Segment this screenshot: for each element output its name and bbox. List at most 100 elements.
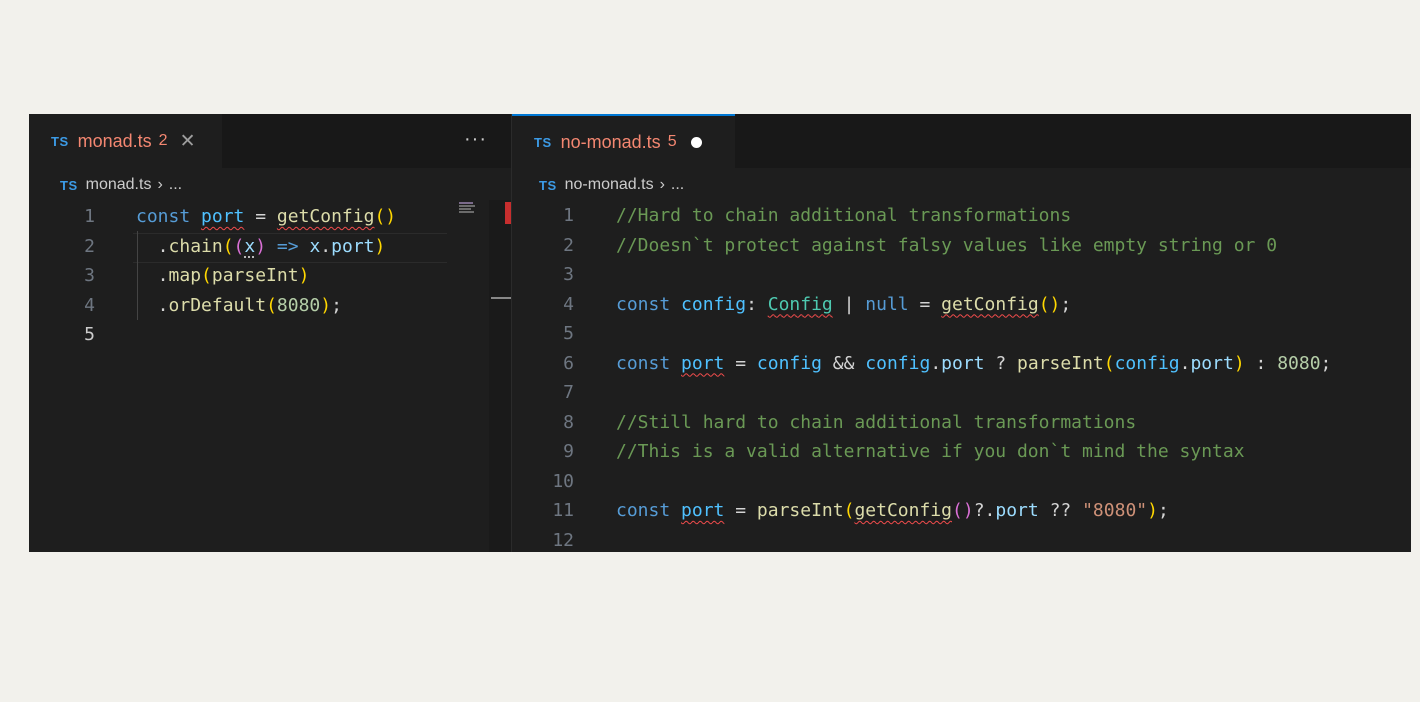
code-token: =	[724, 500, 757, 521]
code-token: =	[908, 293, 942, 315]
line-number: 12	[552, 529, 574, 551]
code-token: |	[832, 293, 866, 315]
tab-label: no-monad.ts	[560, 131, 661, 152]
code-token: &&	[821, 352, 866, 374]
code-line[interactable]: 3 .map(parseInt)	[29, 261, 511, 291]
code-token: parseInt	[1017, 352, 1104, 374]
code-token: Config	[767, 293, 833, 315]
code-token: .	[136, 265, 169, 286]
code-token: )	[255, 235, 267, 257]
breadcrumb-file[interactable]: monad.ts	[86, 176, 152, 194]
code-token: getConfig	[854, 500, 952, 521]
typescript-file-icon: TS	[51, 133, 69, 149]
code-line[interactable]: 11 const port = parseInt(getConfig()?.por…	[512, 496, 1411, 526]
line-number: 8	[563, 411, 574, 433]
code-line[interactable]: 7	[512, 378, 1411, 408]
code-token: port	[681, 352, 725, 374]
code-line[interactable]: 5	[29, 320, 511, 350]
code-token: x	[309, 235, 321, 257]
code-area[interactable]: 1 //Hard to chain additional transformati…	[512, 201, 1411, 552]
close-icon[interactable]: ✕	[180, 132, 196, 151]
code-token: (	[1103, 352, 1115, 374]
code-line[interactable]: 4 .orDefault(8080);	[29, 291, 511, 321]
code-token: port	[331, 235, 375, 257]
code-token: =	[244, 206, 277, 227]
problem-count-badge: 5	[667, 133, 677, 150]
line-number: 11	[552, 500, 574, 521]
code-token: )	[320, 294, 332, 316]
code-token: =>	[276, 235, 299, 257]
tab-no-monad-ts[interactable]: TS no-monad.ts 5	[512, 114, 735, 168]
code-token: const	[136, 206, 191, 227]
code-line[interactable]: 1 //Hard to chain additional transformati…	[512, 201, 1411, 231]
unsaved-dot-icon[interactable]	[690, 136, 702, 148]
code-line[interactable]: 3	[512, 260, 1411, 290]
line-number: 3	[563, 264, 574, 285]
more-actions-icon[interactable]: ···	[464, 128, 487, 151]
line-number: 9	[563, 441, 574, 462]
minimap[interactable]	[447, 200, 489, 552]
minimap-line	[459, 205, 475, 207]
code-token: :	[1244, 352, 1278, 374]
typescript-file-icon: TS	[539, 177, 557, 193]
code-token: chain	[168, 235, 223, 257]
code-token: )	[374, 235, 386, 257]
code-line[interactable]: 2 //Doesn`t protect against falsy values …	[512, 231, 1411, 261]
code-token: port	[681, 500, 725, 521]
code-token: config	[865, 352, 931, 374]
code-token: ??	[1038, 500, 1083, 521]
code-token: ()	[1038, 293, 1061, 315]
editor-pane-left: TS monad.ts 2 ✕ ··· TS monad.ts › ... 1 c…	[29, 114, 511, 552]
code-line[interactable]: 9 //This is a valid alternative if you do…	[512, 437, 1411, 467]
code-token: const	[616, 352, 671, 374]
code-token: const	[616, 500, 671, 521]
code-text: //Still hard to chain additional transfo…	[616, 408, 1136, 438]
code-area[interactable]: 1 const port = getConfig() 2 .chain((x) =>…	[29, 202, 511, 350]
code-token: "8080"	[1082, 500, 1148, 521]
code-text: //Hard to chain additional transformatio…	[616, 201, 1071, 231]
code-token: //This is a valid alternative if you don…	[616, 441, 1245, 462]
line-number: 3	[84, 265, 95, 286]
code-token: port	[1190, 352, 1234, 374]
code-line[interactable]: 10	[512, 467, 1411, 497]
breadcrumb: TS monad.ts › ...	[29, 170, 511, 200]
code-text: const port = getConfig()	[136, 202, 396, 232]
code-text: const port = parseInt(getConfig()?.port …	[616, 496, 1169, 526]
code-line[interactable]: 2 .chain((x) => x.port)	[29, 232, 511, 262]
chevron-right-icon: ›	[157, 176, 163, 193]
code-token: )	[1147, 500, 1158, 521]
minimap-line	[459, 202, 473, 204]
code-token: ?	[984, 352, 1018, 374]
code-token: 8080	[1277, 352, 1321, 374]
code-line[interactable]: 12	[512, 526, 1411, 553]
breadcrumb-symbol[interactable]: ...	[671, 176, 684, 194]
breadcrumb: TS no-monad.ts › ...	[512, 170, 1411, 200]
code-token: (	[233, 235, 245, 257]
code-line[interactable]: 1 const port = getConfig()	[29, 202, 511, 232]
tab-monad-ts[interactable]: TS monad.ts 2 ✕	[29, 114, 222, 168]
vertical-scrollbar[interactable]	[489, 200, 511, 552]
code-line[interactable]: 4 const config: Config | null = getConfig…	[512, 290, 1411, 320]
editor-pane-right: TS no-monad.ts 5 TS no-monad.ts › ... 1 /…	[512, 114, 1411, 552]
code-line[interactable]: 8 //Still hard to chain additional transf…	[512, 408, 1411, 438]
code-line[interactable]: 6 const port = config && config.port ? pa…	[512, 349, 1411, 379]
code-text: .map(parseInt)	[136, 261, 310, 291]
code-token: orDefault	[168, 294, 267, 316]
code-token: //Hard to chain additional transformatio…	[616, 205, 1072, 226]
code-token: parseInt	[756, 500, 844, 521]
code-token: (	[201, 265, 212, 286]
code-line[interactable]: 5	[512, 319, 1411, 349]
code-token: null	[865, 293, 909, 315]
code-token: port	[201, 206, 245, 227]
code-text: .orDefault(8080);	[136, 291, 342, 321]
minimap-line	[459, 211, 474, 213]
code-token: (	[222, 235, 234, 257]
cursor-marker	[491, 297, 511, 299]
breadcrumb-file[interactable]: no-monad.ts	[565, 176, 654, 194]
breadcrumb-symbol[interactable]: ...	[169, 176, 182, 194]
